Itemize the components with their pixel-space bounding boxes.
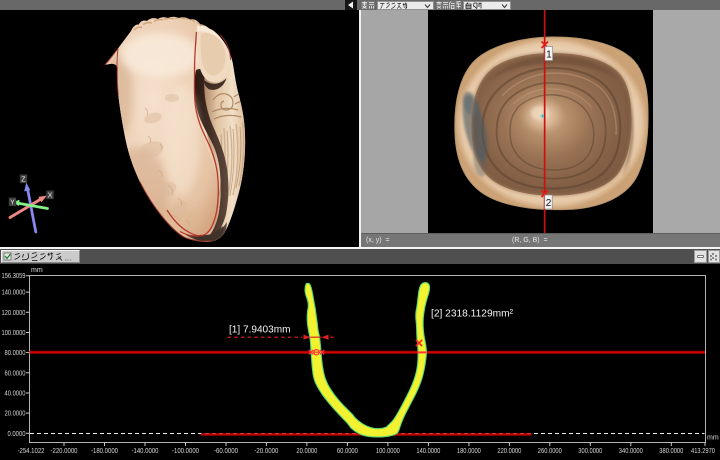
svg-text:-140.0000: -140.0000 xyxy=(132,446,159,455)
svg-text:340.0000: 340.0000 xyxy=(619,446,643,455)
svg-text:-254.1022: -254.1022 xyxy=(18,446,45,455)
svg-text:100.0000: 100.0000 xyxy=(376,446,400,455)
svg-text:220.0000: 220.0000 xyxy=(497,446,521,455)
svg-text:380.0000: 380.0000 xyxy=(659,446,683,455)
svg-text:mm: mm xyxy=(31,267,43,274)
svg-text:120.0000: 120.0000 xyxy=(2,308,26,317)
svg-text:140.0000: 140.0000 xyxy=(2,288,26,297)
svg-text:180.0000: 180.0000 xyxy=(457,446,481,455)
svg-text:-100.0000: -100.0000 xyxy=(172,446,199,455)
svg-text:0.0000: 0.0000 xyxy=(8,429,26,438)
svg-text:80.0000: 80.0000 xyxy=(5,348,26,357)
svg-text:Y: Y xyxy=(10,199,15,206)
svg-text:156.3059: 156.3059 xyxy=(2,271,26,280)
svg-text:-60.0000: -60.0000 xyxy=(214,446,238,455)
svg-text:[2] 2318.1129mm²: [2] 2318.1129mm² xyxy=(431,308,514,319)
svg-text:140.0000: 140.0000 xyxy=(416,446,440,455)
svg-text:X: X xyxy=(48,192,53,199)
svg-text:60.0000: 60.0000 xyxy=(337,446,358,455)
svg-text:60.0000: 60.0000 xyxy=(5,368,26,377)
svg-text:20.0000: 20.0000 xyxy=(296,446,317,455)
svg-text:[1] 7.9403mm: [1] 7.9403mm xyxy=(229,324,291,335)
svg-text:413.2970: 413.2970 xyxy=(691,446,715,455)
svg-text:-220.0000: -220.0000 xyxy=(51,446,78,455)
svg-text:Z: Z xyxy=(21,176,26,183)
svg-text:2: 2 xyxy=(546,198,552,209)
svg-text:20.0000: 20.0000 xyxy=(5,409,26,418)
svg-text:-180.0000: -180.0000 xyxy=(91,446,118,455)
svg-text:-20.0000: -20.0000 xyxy=(254,446,278,455)
svg-text:100.0000: 100.0000 xyxy=(2,328,26,337)
svg-text:mm: mm xyxy=(707,435,719,442)
svg-text:260.0000: 260.0000 xyxy=(538,446,562,455)
svg-text:300.0000: 300.0000 xyxy=(578,446,602,455)
svg-text:1: 1 xyxy=(546,50,552,61)
svg-text:40.0000: 40.0000 xyxy=(5,389,26,398)
